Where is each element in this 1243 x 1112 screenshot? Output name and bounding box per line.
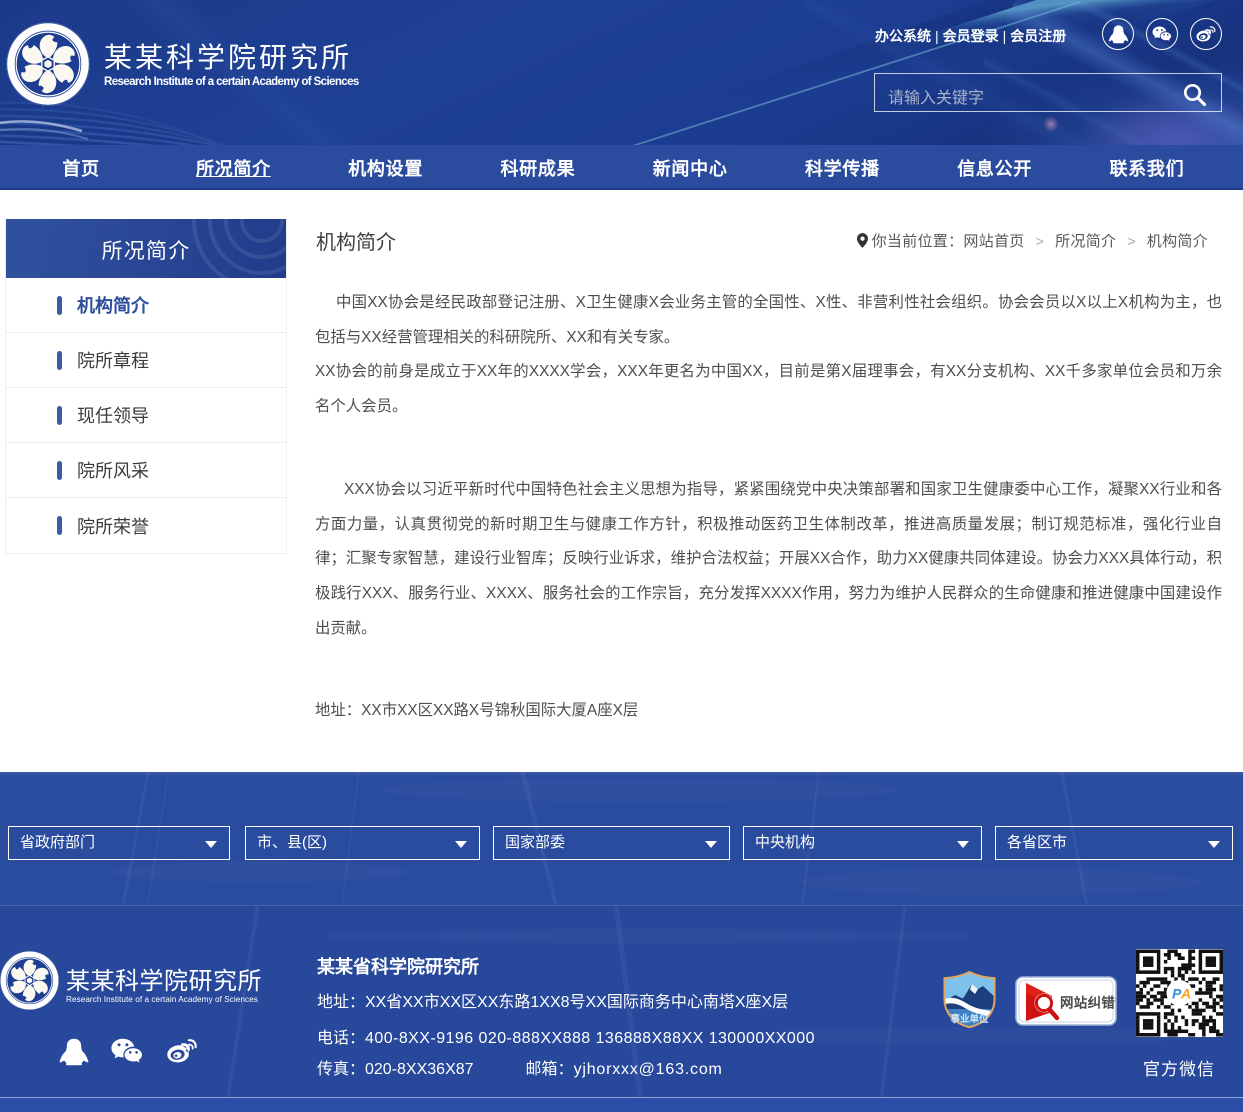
svg-text:A: A xyxy=(1180,986,1191,1002)
svg-text:网站纠错: 网站纠错 xyxy=(1060,995,1115,1011)
svg-text:事业单位: 事业单位 xyxy=(950,1013,989,1025)
